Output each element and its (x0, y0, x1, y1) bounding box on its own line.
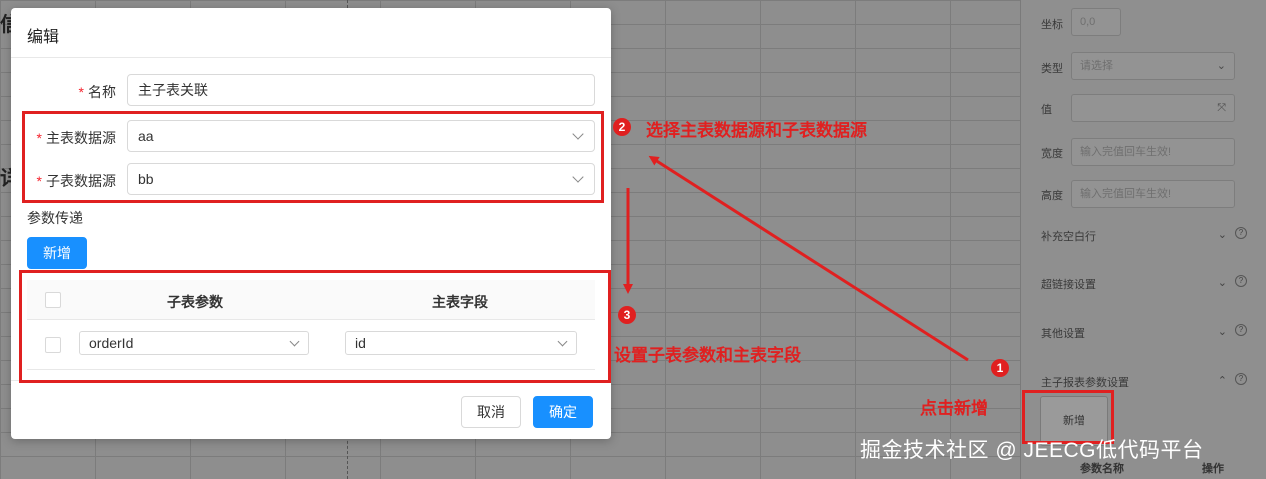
annotation-arrows (623, 155, 969, 362)
step-3-text: 设置子表参数和主表字段 (614, 346, 801, 365)
step-badge-1: 1 (991, 359, 1009, 377)
step-1-text: 点击新增 (920, 399, 988, 418)
step-badge-3: 3 (618, 306, 636, 324)
step-badge-2: 2 (613, 118, 631, 136)
watermark: 掘金技术社区 @ JEECG低代码平台 (860, 439, 1204, 462)
arrow-to-sources (648, 155, 969, 362)
step-2-text: 选择主表数据源和子表数据源 (646, 121, 867, 140)
